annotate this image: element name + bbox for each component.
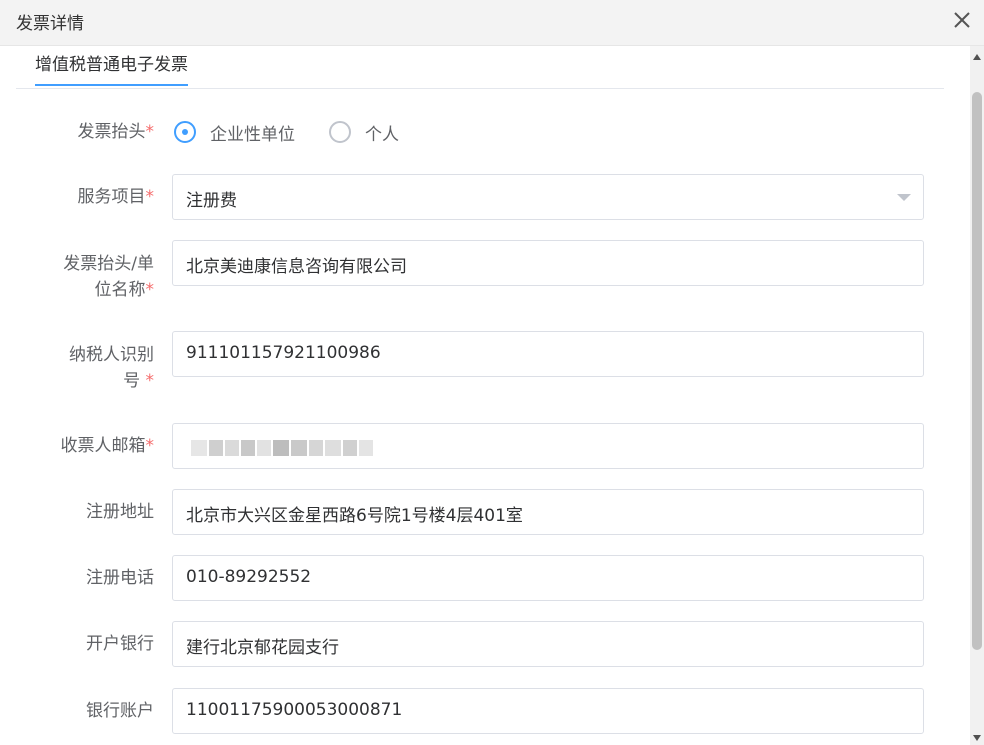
- bank-label: 开户银行: [86, 634, 154, 654]
- dialog-title: 发票详情: [16, 14, 84, 34]
- bank-account-label: 银行账户: [86, 701, 154, 721]
- taxpayer-id-label: 纳税人识别 号 *: [69, 345, 154, 391]
- taxpayer-id-input[interactable]: 911101157921100986: [172, 331, 924, 377]
- scroll-down-arrow-icon[interactable]: [973, 735, 981, 741]
- radio-unchecked-icon: [329, 121, 351, 143]
- radio-checked-icon: [174, 121, 196, 143]
- close-icon: [954, 12, 970, 28]
- chevron-down-icon: [897, 194, 911, 201]
- company-name-input[interactable]: 北京美迪康信息咨询有限公司: [172, 240, 924, 286]
- redacted-email-blur: [191, 440, 373, 456]
- invoice-type-tabs: 增值税普通电子发票: [16, 46, 944, 89]
- scroll-up-arrow-icon[interactable]: [973, 54, 981, 60]
- service-item-label: 服务项目*: [77, 187, 155, 207]
- bank-input[interactable]: 建行北京郁花园支行: [172, 621, 924, 667]
- dialog-header: 发票详情: [0, 0, 984, 46]
- registered-phone-input[interactable]: 010-89292552: [172, 555, 924, 601]
- service-item-select[interactable]: 注册费: [172, 174, 924, 220]
- scrollbar-thumb[interactable]: [972, 92, 982, 650]
- radio-enterprise[interactable]: 企业性单位: [174, 119, 295, 145]
- recipient-email-label: 收票人邮箱*: [60, 436, 155, 456]
- registered-phone-label: 注册电话: [86, 568, 154, 588]
- bank-account-input[interactable]: 1100117590005300087​1: [172, 688, 924, 734]
- radio-individual[interactable]: 个人: [329, 119, 399, 145]
- recipient-email-input[interactable]: [172, 423, 924, 469]
- registered-address-label: 注册地址: [86, 502, 154, 522]
- close-button[interactable]: [950, 8, 974, 32]
- registered-address-input[interactable]: 北京市大兴区金星西路6号院1号楼4层401室: [172, 489, 924, 535]
- company-name-label: 发票抬头/单 位名称*: [63, 254, 154, 300]
- invoice-header-label: 发票抬头*: [77, 122, 155, 142]
- vertical-scrollbar[interactable]: [970, 46, 984, 745]
- tab-vat-e-invoice[interactable]: 增值税普通电子发票: [35, 50, 188, 86]
